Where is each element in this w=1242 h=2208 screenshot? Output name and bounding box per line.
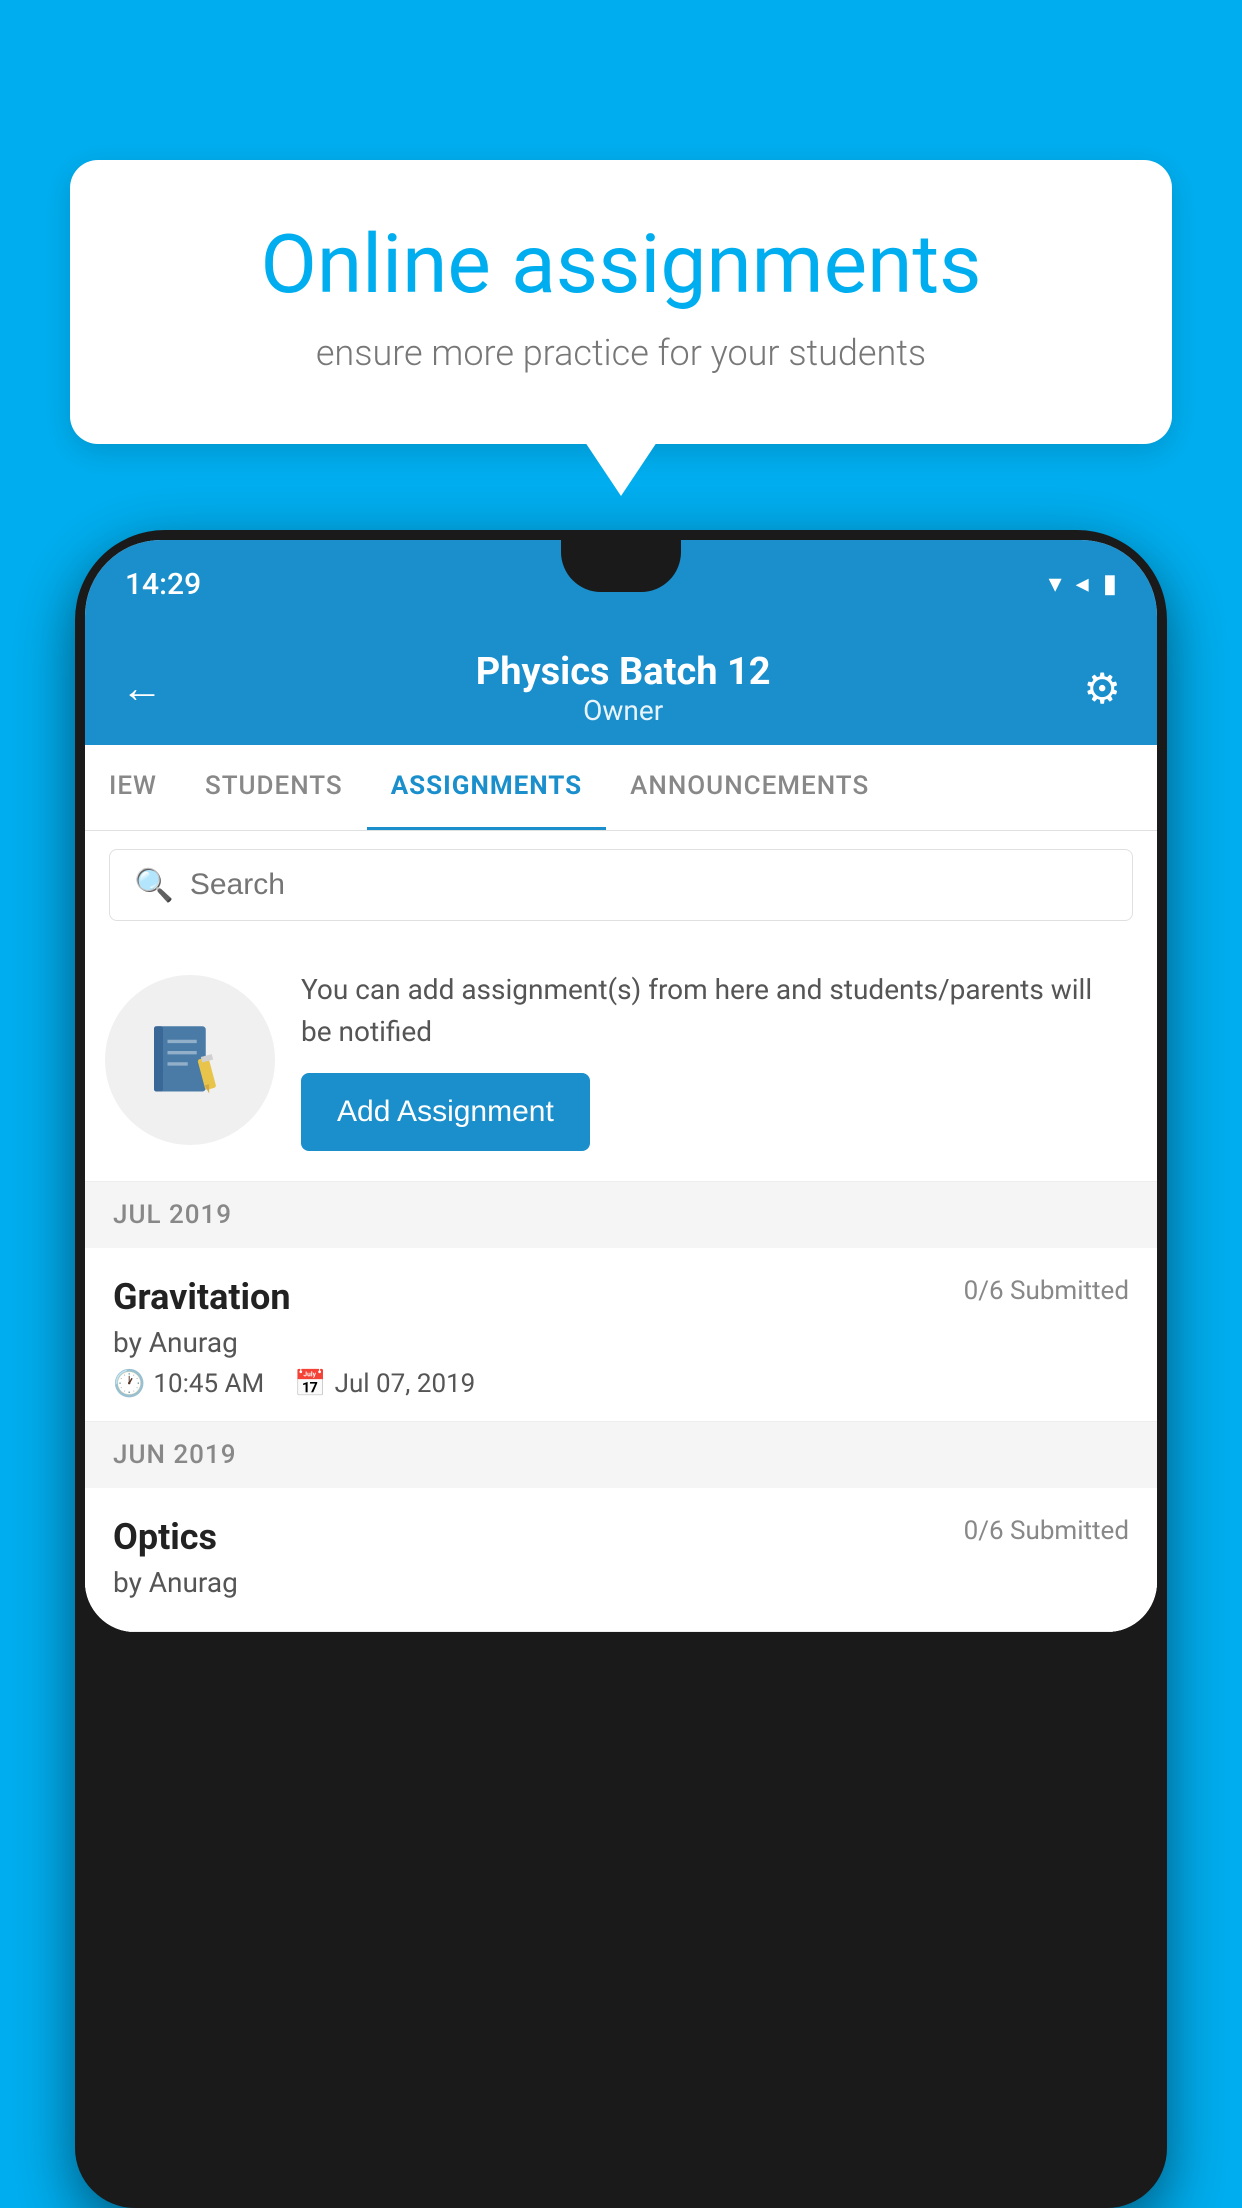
- search-bar[interactable]: 🔍: [109, 849, 1133, 921]
- search-input[interactable]: [190, 868, 1108, 902]
- tab-students[interactable]: STUDENTS: [181, 745, 367, 830]
- wifi-icon: ▾: [1049, 569, 1062, 599]
- promo-description: You can add assignment(s) from here and …: [301, 969, 1127, 1053]
- phone-shell: 14:29 ▾ ◂ ▮ ← Physics Batch 12 Owner ⚙ I…: [75, 530, 1167, 2208]
- search-bar-wrap: 🔍: [85, 831, 1157, 939]
- speech-bubble-card: Online assignments ensure more practice …: [70, 160, 1172, 444]
- settings-button[interactable]: ⚙: [1083, 664, 1121, 714]
- assignment-submitted: 0/6 Submitted: [964, 1276, 1129, 1306]
- app-header: ← Physics Batch 12 Owner ⚙: [85, 628, 1157, 745]
- optics-submitted: 0/6 Submitted: [964, 1516, 1129, 1546]
- header-title-block: Physics Batch 12 Owner: [476, 650, 771, 727]
- tabs-bar: IEW STUDENTS ASSIGNMENTS ANNOUNCEMENTS: [85, 745, 1157, 831]
- time-meta: 🕐 10:45 AM: [113, 1369, 264, 1399]
- assignment-time: 10:45 AM: [153, 1369, 264, 1399]
- status-bar: 14:29 ▾ ◂ ▮: [85, 540, 1157, 628]
- status-icons: ▾ ◂ ▮: [1049, 569, 1117, 599]
- assignment-item-gravitation[interactable]: Gravitation 0/6 Submitted by Anurag 🕐 10…: [85, 1248, 1157, 1422]
- search-icon: 🔍: [134, 866, 174, 904]
- promo-text: You can add assignment(s) from here and …: [301, 969, 1127, 1151]
- tab-iew[interactable]: IEW: [85, 745, 181, 830]
- notebook-icon: [145, 1015, 235, 1105]
- status-time: 14:29: [125, 567, 201, 602]
- assignment-row-top-optics: Optics 0/6 Submitted: [113, 1516, 1129, 1558]
- date-meta: 📅 Jul 07, 2019: [294, 1369, 475, 1399]
- calendar-icon: 📅: [294, 1369, 326, 1399]
- section-jul-2019: JUL 2019: [85, 1182, 1157, 1248]
- assignment-row-top: Gravitation 0/6 Submitted: [113, 1276, 1129, 1318]
- phone-content: 🔍: [85, 831, 1157, 1632]
- tab-assignments[interactable]: ASSIGNMENTS: [367, 745, 606, 830]
- signal-icon: ◂: [1076, 569, 1089, 599]
- assignment-item-optics[interactable]: Optics 0/6 Submitted by Anurag: [85, 1488, 1157, 1632]
- add-assignment-promo: You can add assignment(s) from here and …: [85, 939, 1157, 1182]
- optics-title: Optics: [113, 1516, 217, 1558]
- add-assignment-button[interactable]: Add Assignment: [301, 1073, 590, 1151]
- assignment-title: Gravitation: [113, 1276, 291, 1318]
- section-jun-2019: JUN 2019: [85, 1422, 1157, 1488]
- bubble-title: Online assignments: [140, 220, 1102, 310]
- bubble-subtitle: ensure more practice for your students: [140, 332, 1102, 374]
- assignment-icon-circle: [105, 975, 275, 1145]
- phone-screen: 14:29 ▾ ◂ ▮ ← Physics Batch 12 Owner ⚙ I…: [85, 540, 1157, 1632]
- back-button[interactable]: ←: [121, 664, 163, 713]
- optics-by: by Anurag: [113, 1566, 1129, 1599]
- owner-label: Owner: [476, 694, 771, 727]
- clock-icon: 🕐: [113, 1369, 145, 1399]
- assignment-by: by Anurag: [113, 1326, 1129, 1359]
- assignment-meta: 🕐 10:45 AM 📅 Jul 07, 2019: [113, 1369, 1129, 1399]
- battery-icon: ▮: [1103, 569, 1117, 599]
- tab-announcements[interactable]: ANNOUNCEMENTS: [606, 745, 893, 830]
- batch-name: Physics Batch 12: [476, 650, 771, 694]
- assignment-date: Jul 07, 2019: [335, 1369, 476, 1399]
